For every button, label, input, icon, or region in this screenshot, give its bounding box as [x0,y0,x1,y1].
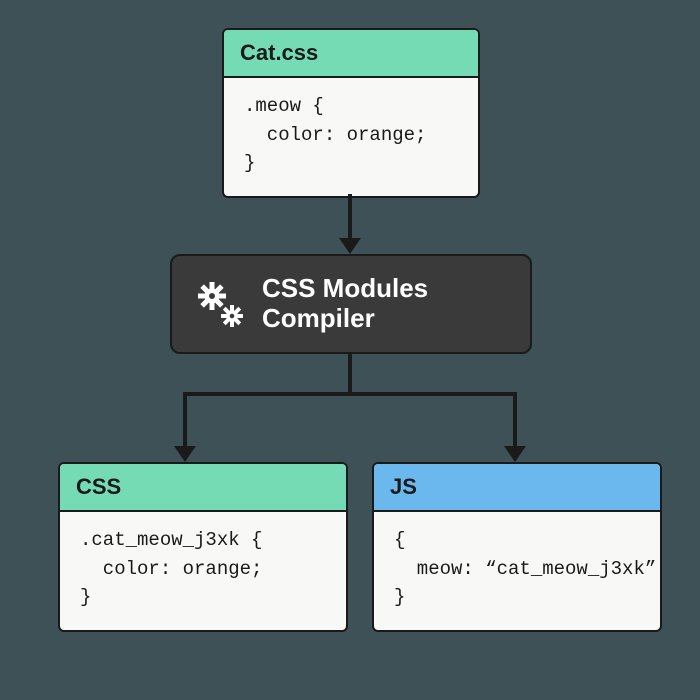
arrow-fork-right-head [504,446,526,462]
arrow-fork-left-line [183,392,187,446]
source-file-box: Cat.css .meow { color: orange; } [222,28,480,198]
source-file-title: Cat.css [224,30,478,78]
output-css-code: .cat_meow_j3xk { color: orange; } [60,512,346,630]
arrow-source-to-compiler-head [339,238,361,254]
compiler-box: CSS Modules Compiler [170,254,532,354]
output-css-title: CSS [60,464,346,512]
arrow-fork-bar [183,392,517,396]
compiler-label-line1: CSS Modules [262,273,428,303]
compiler-label-line2: Compiler [262,303,375,333]
gears-icon [192,276,248,332]
output-js-title: JS [374,464,660,512]
output-css-box: CSS .cat_meow_j3xk { color: orange; } [58,462,348,632]
compiler-label: CSS Modules Compiler [262,274,428,334]
output-js-box: JS { meow: “cat_meow_j3xk” } [372,462,662,632]
output-js-code: { meow: “cat_meow_j3xk” } [374,512,660,630]
arrow-fork-stem [348,354,352,394]
arrow-fork-left-head [174,446,196,462]
source-file-code: .meow { color: orange; } [224,78,478,196]
arrow-source-to-compiler-line [348,194,352,238]
arrow-fork-right-line [513,392,517,446]
